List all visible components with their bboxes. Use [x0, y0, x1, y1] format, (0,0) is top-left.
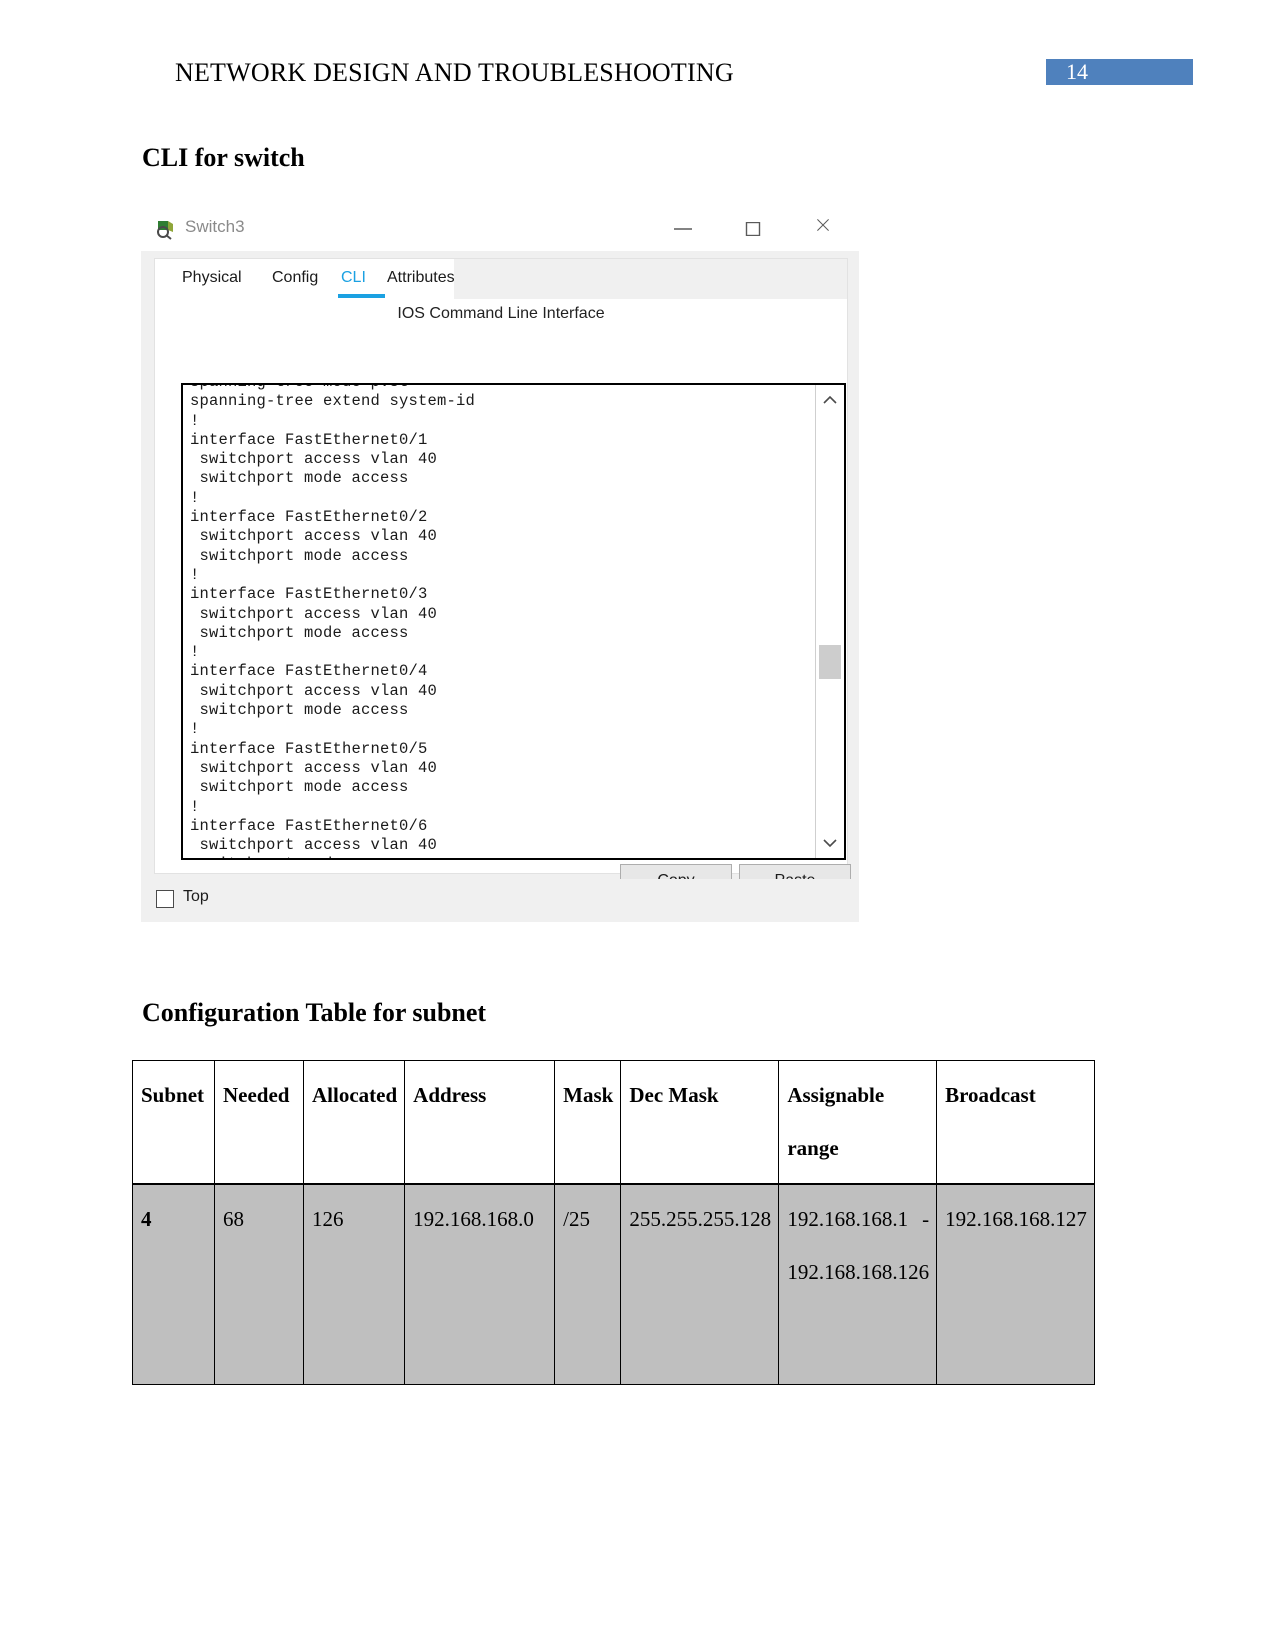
assignable-range-dash: -	[922, 1207, 930, 1231]
heading-configuration-table: Configuration Table for subnet	[142, 998, 487, 1027]
column-header-address: Address	[404, 1060, 556, 1185]
window-body: Physical Config CLI Attributes IOS Comma…	[141, 251, 859, 897]
cell-dec-mask: 255.255.255.128	[620, 1183, 780, 1385]
ios-cli-caption: IOS Command Line Interface	[397, 305, 605, 322]
device-panel: Physical Config CLI Attributes IOS Comma…	[154, 258, 851, 897]
cell-allocated: 126	[302, 1183, 406, 1385]
packet-tracer-window: Switch3 Physical Config CLI Attributes I…	[141, 207, 859, 922]
column-header-subnet: Subnet	[132, 1060, 215, 1185]
heading-cli-for-switch: CLI for switch	[142, 143, 305, 172]
chevron-down-icon[interactable]	[816, 830, 844, 856]
cell-broadcast: 192.168.168.127	[936, 1183, 1095, 1385]
column-header-dec-mask: Dec Mask	[620, 1060, 780, 1185]
cell-mask: /25	[554, 1183, 622, 1385]
column-header-allocated: Allocated	[302, 1060, 406, 1185]
configuration-table: Subnet Needed Allocated Address Mask Dec…	[132, 1060, 1095, 1385]
tab-cli[interactable]: CLI	[341, 269, 366, 287]
page-number-badge: 14	[1046, 59, 1193, 85]
chevron-up-icon[interactable]	[816, 387, 844, 413]
column-header-mask: Mask	[554, 1060, 622, 1185]
cell-subnet: 4	[132, 1183, 215, 1385]
cell-needed: 68	[214, 1183, 304, 1385]
tab-config[interactable]: Config	[272, 269, 318, 287]
running-header-title: NETWORK DESIGN AND TROUBLESHOOTING	[175, 58, 734, 87]
cell-assignable-range: 192.168.168.1 - 192.168.168.126	[778, 1183, 938, 1385]
tab-strip: Physical Config CLI Attributes	[155, 259, 847, 299]
tab-physical[interactable]: Physical	[182, 269, 242, 287]
top-checkbox[interactable]	[156, 890, 174, 908]
page-number-text: 14	[1066, 59, 1088, 84]
tab-strip-filler	[454, 259, 847, 299]
table-header-row: Subnet Needed Allocated Address Mask Dec…	[132, 1060, 1095, 1185]
top-checkbox-label: Top	[183, 888, 209, 905]
cli-console-text: spanning-tree mode pvst spanning-tree ex…	[190, 385, 476, 858]
close-icon[interactable]	[800, 207, 846, 251]
packet-tracer-icon	[155, 218, 177, 240]
cli-scrollbar[interactable]	[815, 385, 844, 858]
window-title: Switch3	[185, 217, 245, 236]
minimize-icon[interactable]	[660, 207, 706, 251]
cell-address: 192.168.168.0	[404, 1183, 556, 1385]
tab-attributes[interactable]: Attributes	[387, 269, 455, 287]
cli-console[interactable]: spanning-tree mode pvst spanning-tree ex…	[181, 383, 846, 860]
column-header-needed: Needed	[214, 1060, 304, 1185]
window-footer: Top	[141, 879, 859, 922]
table-row: 4 68 126 192.168.168.0 /25 255.255.255.1…	[132, 1183, 1095, 1385]
column-header-broadcast: Broadcast	[936, 1060, 1095, 1185]
window-titlebar: Switch3	[141, 207, 859, 251]
active-tab-indicator	[338, 294, 385, 298]
maximize-icon[interactable]	[730, 207, 776, 251]
assignable-range-start: 192.168.168.1	[787, 1207, 909, 1231]
cli-scrollbar-thumb[interactable]	[819, 645, 841, 679]
assignable-range-end: 192.168.168.126	[787, 1260, 930, 1284]
column-header-assignable-range: Assignable range	[778, 1060, 938, 1185]
